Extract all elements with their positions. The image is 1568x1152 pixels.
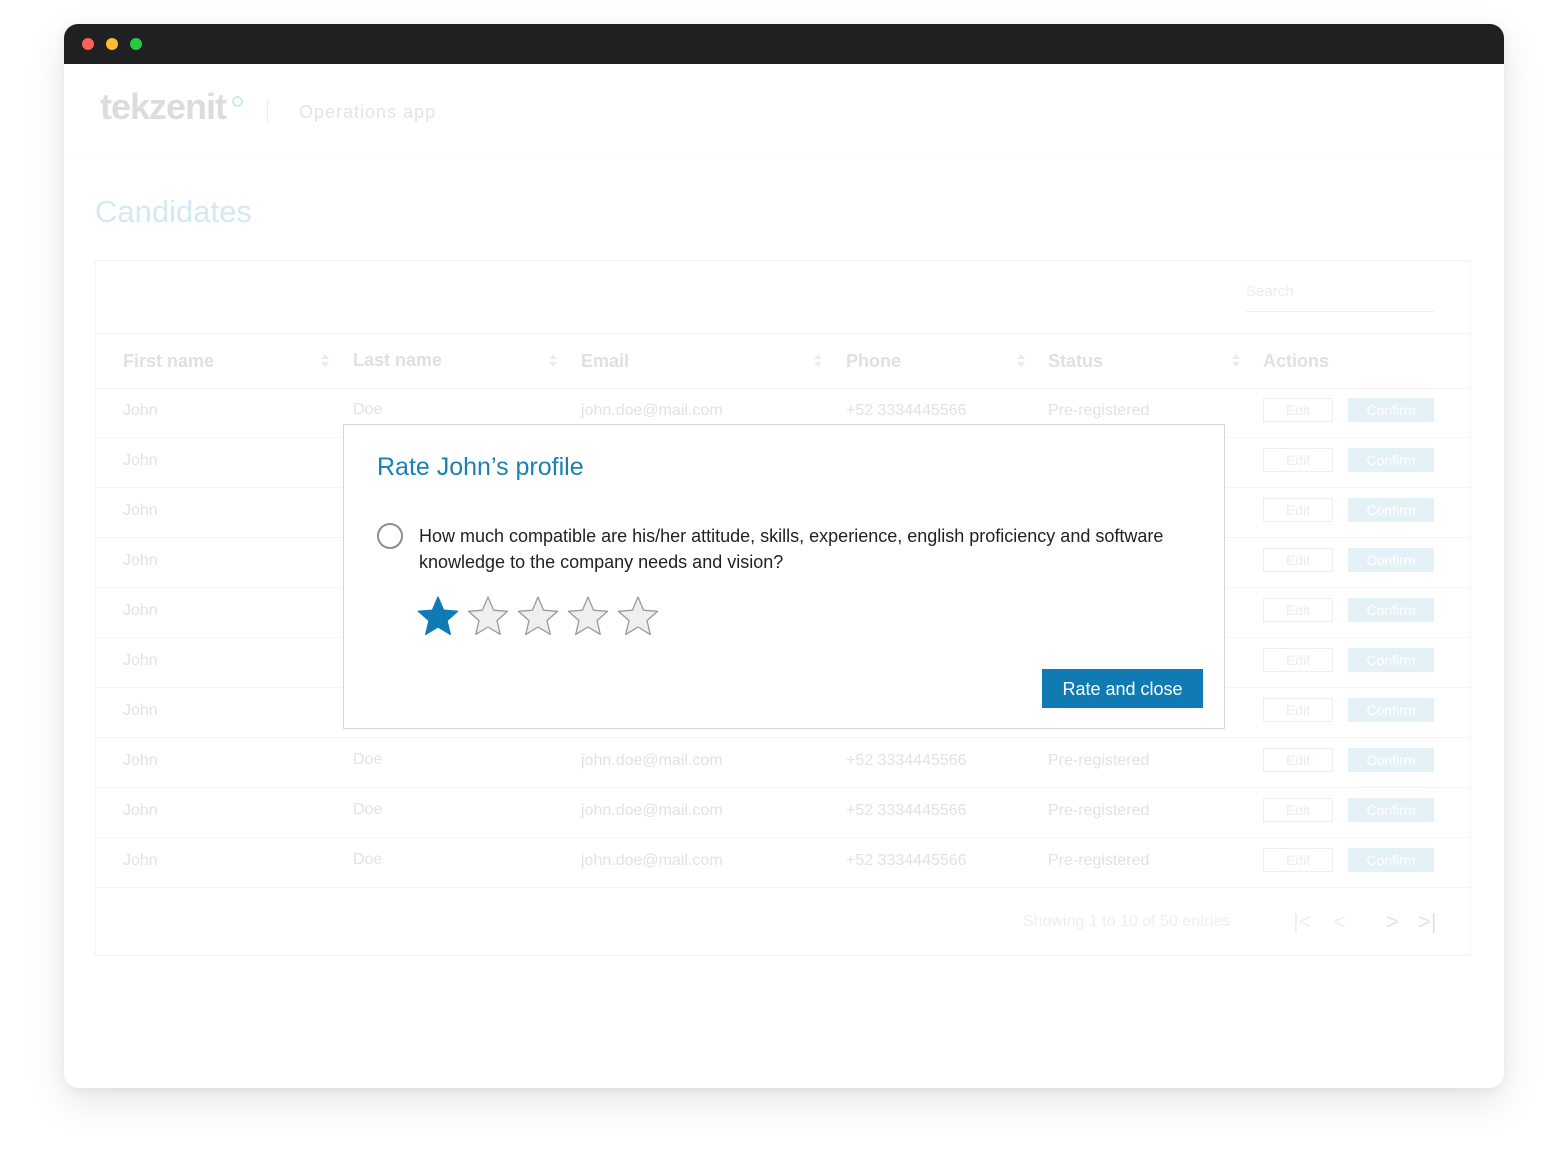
phone-cell: +52 3334445566 xyxy=(846,852,967,869)
sort-icon[interactable] xyxy=(1017,354,1025,368)
star-empty-icon[interactable] xyxy=(616,595,660,639)
edit-button[interactable]: Edit xyxy=(1263,598,1333,622)
first-name-cell: John xyxy=(123,852,158,869)
table-row: John Doe john.doe@mail.com +52 3334445566 Pr… xyxy=(96,837,1470,888)
browser-window: tekzenit Operations app Candidates Searc… xyxy=(64,24,1504,1088)
first-name-cell: John xyxy=(123,602,158,619)
pagination-info: Showing 1 to 10 of 50 entries xyxy=(1023,913,1231,930)
last-name-cell: Doe xyxy=(353,851,383,868)
star-filled-icon[interactable] xyxy=(416,595,460,639)
minimize-window-icon[interactable] xyxy=(106,38,118,50)
column-last-name[interactable]: Last name xyxy=(353,350,442,371)
app-header: tekzenit Operations app xyxy=(64,64,1504,159)
search-input[interactable]: Search xyxy=(1246,283,1434,312)
last-page-icon[interactable]: >| xyxy=(1418,909,1437,935)
modal-title: Rate John’s profile xyxy=(377,453,584,481)
first-name-cell: John xyxy=(123,652,158,669)
confirm-button[interactable]: Confirm xyxy=(1348,798,1434,822)
edit-button[interactable]: Edit xyxy=(1263,848,1333,872)
status-cell: Pre-registered xyxy=(1048,752,1150,769)
table-row: John Doe john.doe@mail.com +52 3334445566 Pr… xyxy=(96,787,1470,838)
edit-button[interactable]: Edit xyxy=(1263,748,1333,772)
column-first-name[interactable]: First name xyxy=(123,351,214,372)
last-name-cell: Doe xyxy=(353,751,383,768)
status-cell: Pre-registered xyxy=(1048,802,1150,819)
first-name-cell: John xyxy=(123,502,158,519)
phone-cell: +52 3334445566 xyxy=(846,802,967,819)
app-content: tekzenit Operations app Candidates Searc… xyxy=(64,64,1504,1088)
star-rating[interactable] xyxy=(416,595,676,639)
radio-unchecked-icon[interactable] xyxy=(377,523,403,549)
header-divider xyxy=(267,100,268,122)
star-empty-icon[interactable] xyxy=(566,595,610,639)
column-status[interactable]: Status xyxy=(1048,351,1103,372)
edit-button[interactable]: Edit xyxy=(1263,698,1333,722)
first-name-cell: John xyxy=(123,802,158,819)
confirm-button[interactable]: Confirm xyxy=(1348,448,1434,472)
close-window-icon[interactable] xyxy=(82,38,94,50)
confirm-button[interactable]: Confirm xyxy=(1348,398,1434,422)
page-title: Candidates xyxy=(95,194,252,229)
first-name-cell: John xyxy=(123,752,158,769)
sort-icon[interactable] xyxy=(549,354,557,368)
logo[interactable]: tekzenit xyxy=(100,86,227,128)
confirm-button[interactable]: Confirm xyxy=(1348,598,1434,622)
phone-cell: +52 3334445566 xyxy=(846,402,967,419)
rate-and-close-button[interactable]: Rate and close xyxy=(1042,669,1203,708)
sort-icon[interactable] xyxy=(1232,354,1240,368)
phone-cell: +52 3334445566 xyxy=(846,752,967,769)
star-empty-icon[interactable] xyxy=(516,595,560,639)
confirm-button[interactable]: Confirm xyxy=(1348,748,1434,772)
sort-icon[interactable] xyxy=(814,354,822,368)
edit-button[interactable]: Edit xyxy=(1263,548,1333,572)
rate-profile-modal: Rate John’s profile How much compatible … xyxy=(343,424,1225,729)
edit-button[interactable]: Edit xyxy=(1263,648,1333,672)
star-empty-icon[interactable] xyxy=(466,595,510,639)
edit-button[interactable]: Edit xyxy=(1263,798,1333,822)
email-cell: john.doe@mail.com xyxy=(581,802,723,819)
maximize-window-icon[interactable] xyxy=(130,38,142,50)
first-name-cell: John xyxy=(123,702,158,719)
confirm-button[interactable]: Confirm xyxy=(1348,548,1434,572)
confirm-button[interactable]: Confirm xyxy=(1348,498,1434,522)
window-titlebar xyxy=(64,24,1504,64)
logo-ring-icon xyxy=(232,96,243,107)
sort-icon[interactable] xyxy=(321,354,329,368)
last-name-cell: Doe xyxy=(353,401,383,418)
status-cell: Pre-registered xyxy=(1048,852,1150,869)
email-cell: john.doe@mail.com xyxy=(581,402,723,419)
status-cell: Pre-registered xyxy=(1048,402,1150,419)
first-name-cell: John xyxy=(123,402,158,419)
rating-question: How much compatible are his/her attitude… xyxy=(419,526,1164,572)
column-email[interactable]: Email xyxy=(581,351,629,372)
table-row: John Doe john.doe@mail.com +52 3334445566 Pr… xyxy=(96,737,1470,788)
edit-button[interactable]: Edit xyxy=(1263,498,1333,522)
first-name-cell: John xyxy=(123,452,158,469)
column-actions: Actions xyxy=(1263,351,1330,371)
confirm-button[interactable]: Confirm xyxy=(1348,848,1434,872)
edit-button[interactable]: Edit xyxy=(1263,398,1333,422)
first-page-icon[interactable]: |< xyxy=(1293,909,1312,935)
confirm-button[interactable]: Confirm xyxy=(1348,648,1434,672)
email-cell: john.doe@mail.com xyxy=(581,752,723,769)
first-name-cell: John xyxy=(123,552,158,569)
column-phone[interactable]: Phone xyxy=(846,351,901,372)
next-page-icon[interactable]: > xyxy=(1386,909,1399,935)
confirm-button[interactable]: Confirm xyxy=(1348,698,1434,722)
app-name: Operations app xyxy=(299,102,437,122)
edit-button[interactable]: Edit xyxy=(1263,448,1333,472)
email-cell: john.doe@mail.com xyxy=(581,852,723,869)
table-header: First name Last name Email Phone Status … xyxy=(96,333,1470,389)
previous-page-icon[interactable]: < xyxy=(1333,909,1346,935)
last-name-cell: Doe xyxy=(353,801,383,818)
